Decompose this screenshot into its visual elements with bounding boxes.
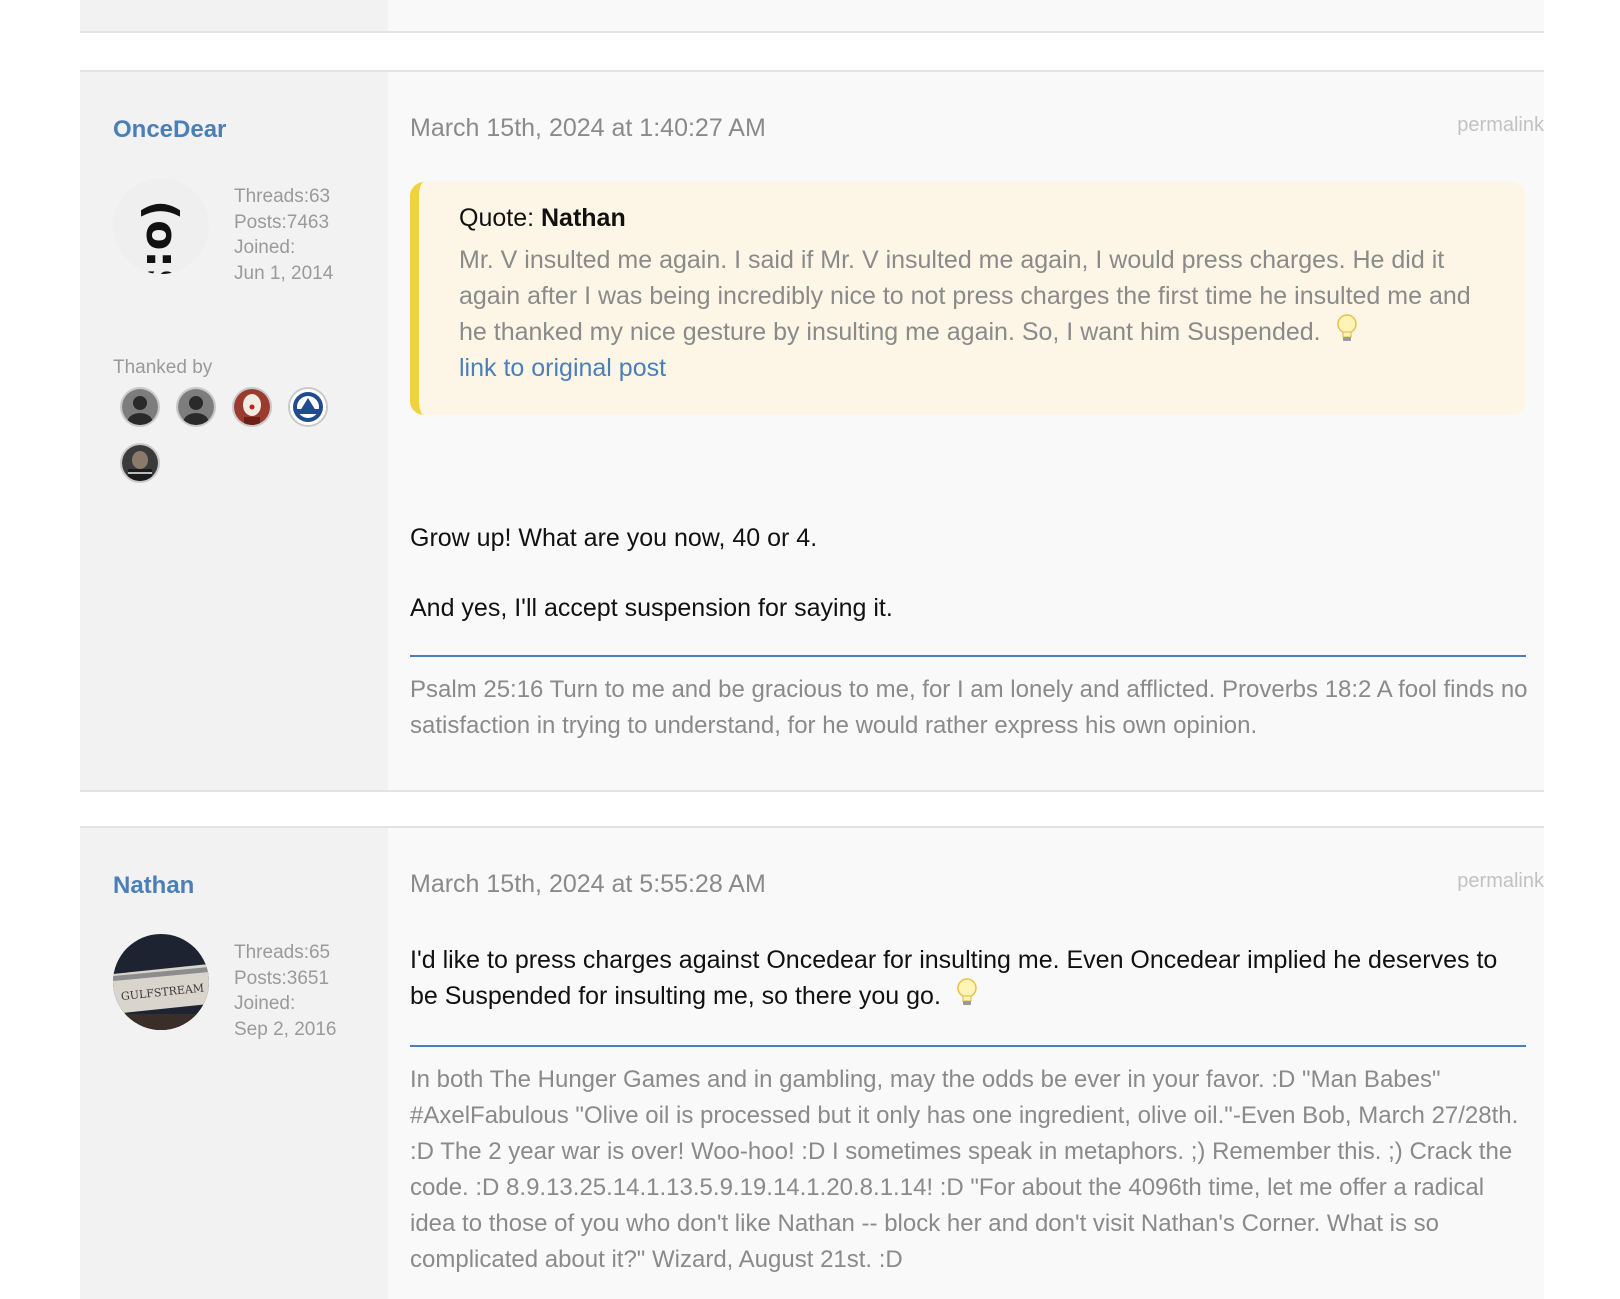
- post-author-sidebar: Nathan GULFSTREAM Threads:65 Posts:3651 …: [80, 828, 388, 1299]
- quote-author: Nathan: [541, 204, 626, 232]
- author-username-link[interactable]: OnceDear: [113, 116, 226, 144]
- svg-text:(o:$: (o:$: [136, 200, 187, 274]
- post-body: I'd like to press charges against Oncede…: [410, 942, 1530, 1014]
- joined-date: Jun 1, 2014: [234, 262, 334, 284]
- clown-avatar-icon[interactable]: [232, 387, 272, 427]
- previous-post-fragment: [80, 0, 1544, 33]
- post-signature: In both The Hunger Games and in gambling…: [410, 1066, 1519, 1273]
- signature-divider: [410, 655, 1526, 657]
- post-body-line: Grow up! What are you now, 40 or 4.: [410, 524, 818, 552]
- post-signature: Psalm 25:16 Turn to me and be gracious t…: [410, 676, 1528, 739]
- thanked-by-label: Thanked by: [113, 357, 213, 378]
- permalink-link[interactable]: permalink: [1457, 870, 1544, 893]
- joined-date: Sep 2, 2016: [234, 1018, 337, 1040]
- author-stats: Threads:63 Posts:7463 Joined: Jun 1, 201…: [234, 184, 333, 286]
- quote-label: Quote:: [459, 204, 541, 232]
- forum-post: OnceDear (o:$ Threads:63 Posts:7463 Join…: [80, 70, 1544, 792]
- admirals-logo-avatar-icon[interactable]: [288, 387, 328, 427]
- lightbulb-icon: [956, 978, 978, 1008]
- previous-post-sidebar: [80, 0, 388, 31]
- quote-header: Quote: Nathan: [459, 204, 1496, 233]
- gray-silhouette-avatar-icon[interactable]: [176, 387, 216, 427]
- dollar-face-avatar-icon: (o:$: [113, 178, 209, 274]
- forum-post: Nathan GULFSTREAM Threads:65 Posts:3651 …: [80, 826, 1544, 1299]
- author-avatar[interactable]: (o:$: [113, 178, 209, 274]
- gray-silhouette-avatar-icon[interactable]: [120, 387, 160, 427]
- threads-count: Threads:63: [234, 186, 331, 207]
- posts-count: Posts:7463: [234, 211, 330, 233]
- quote-block: Quote: Nathan Mr. V insulted me again. I…: [410, 182, 1526, 415]
- author-username-link[interactable]: Nathan: [113, 872, 194, 900]
- post-body-line: And yes, I'll accept suspension for sayi…: [410, 594, 893, 622]
- author-avatar[interactable]: GULFSTREAM: [113, 934, 209, 1030]
- post-date: March 15th, 2024 at 5:55:28 AM: [410, 870, 766, 898]
- permalink-link[interactable]: permalink: [1457, 114, 1544, 137]
- lightbulb-icon: [1336, 314, 1358, 344]
- signature-divider: [410, 1045, 1526, 1047]
- post-body-text: I'd like to press charges against Oncede…: [410, 946, 1498, 1010]
- joined-label: Joined:: [234, 993, 296, 1014]
- dark-photo-avatar-icon[interactable]: [120, 443, 160, 483]
- quote-text: Mr. V insulted me again. I said if Mr. V…: [459, 242, 1496, 350]
- gulfstream-photo-avatar-icon: GULFSTREAM: [113, 934, 209, 1030]
- link-to-original-post[interactable]: link to original post: [459, 350, 666, 386]
- posts-count: Posts:3651: [234, 967, 330, 989]
- post-date: March 15th, 2024 at 1:40:27 AM: [410, 114, 766, 142]
- quote-body: Mr. V insulted me again. I said if Mr. V…: [459, 246, 1471, 346]
- joined-label: Joined:: [234, 237, 296, 258]
- post-author-sidebar: OnceDear (o:$ Threads:63 Posts:7463 Join…: [80, 72, 388, 790]
- threads-count: Threads:65: [234, 942, 331, 963]
- author-stats: Threads:65 Posts:3651 Joined: Sep 2, 201…: [234, 940, 336, 1042]
